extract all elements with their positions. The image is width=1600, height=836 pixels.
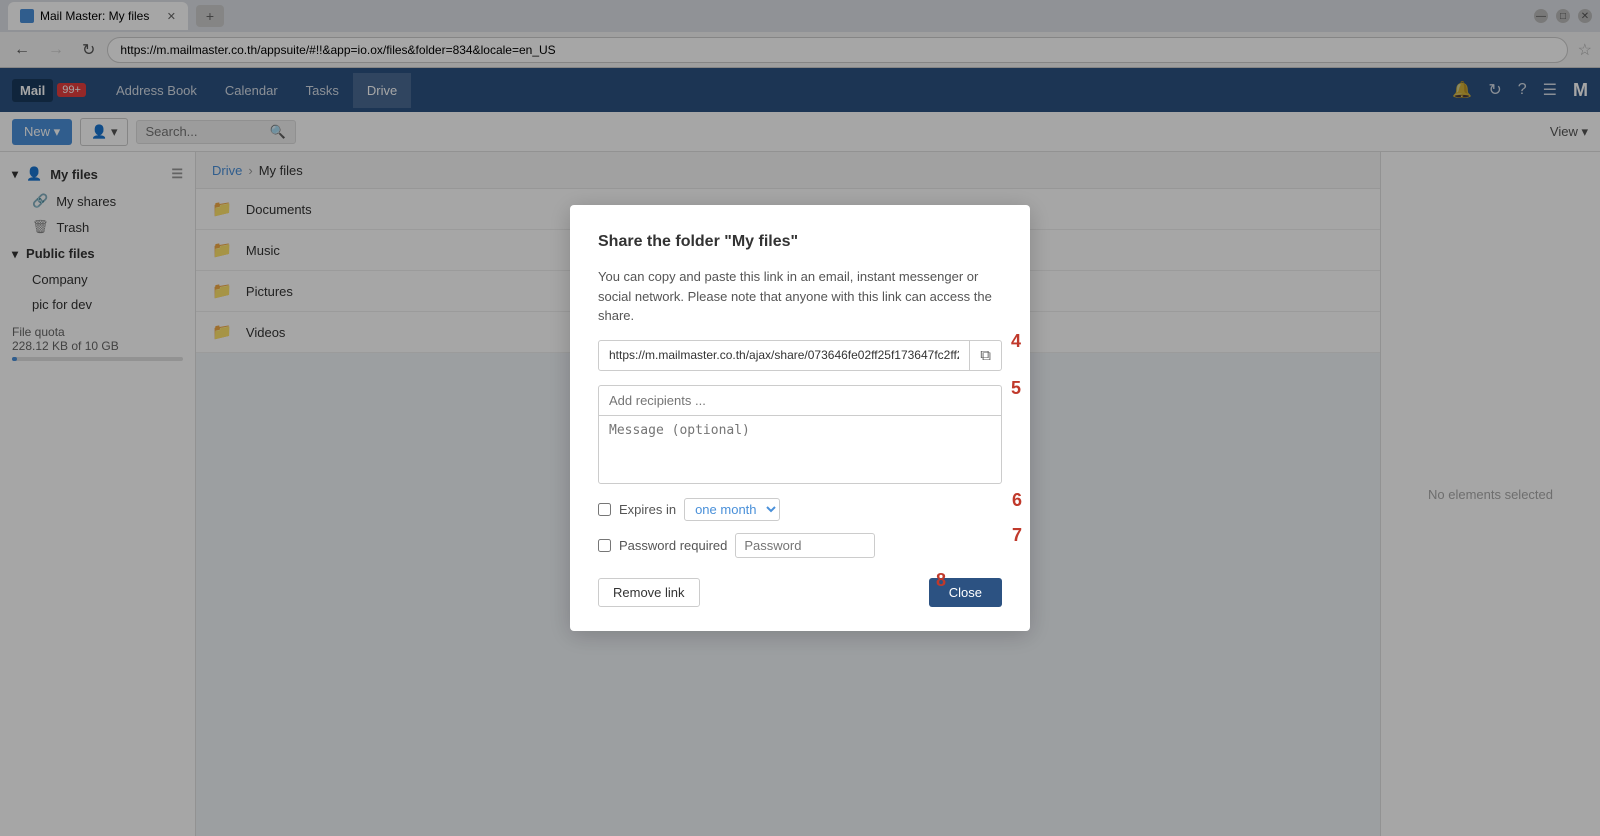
expires-select[interactable]: one month [684,498,780,521]
expires-checkbox[interactable] [598,503,611,516]
remove-link-button[interactable]: Remove link [598,578,700,607]
expires-label: Expires in [619,502,676,517]
step8-label: 8 [936,570,946,591]
modal-title: Share the folder "My files" [598,233,1002,251]
message-textarea[interactable] [609,423,991,473]
share-link-input[interactable] [599,341,969,369]
password-input[interactable] [735,533,875,558]
recipients-input[interactable] [609,393,991,408]
step7-label: 7 [1012,525,1022,546]
password-checkbox[interactable] [598,539,611,552]
step5-label: 5 [1011,378,1021,399]
step6-label: 6 [1012,490,1022,511]
message-area [598,415,1002,484]
recipients-row: 5 [598,385,1002,415]
share-link-row: ⧉ 4 [598,340,1002,371]
step4-label: 4 [1011,331,1021,352]
copy-link-button[interactable]: ⧉ [969,341,1001,370]
expires-row: Expires in one month 6 [598,498,1002,521]
password-row: Password required 7 [598,533,1002,558]
modal-footer: Remove link 8 Close [598,578,1002,607]
share-modal: Share the folder "My files" You can copy… [570,205,1030,631]
modal-overlay[interactable]: Share the folder "My files" You can copy… [0,0,1600,836]
password-label: Password required [619,538,727,553]
modal-description: You can copy and paste this link in an e… [598,267,1002,326]
